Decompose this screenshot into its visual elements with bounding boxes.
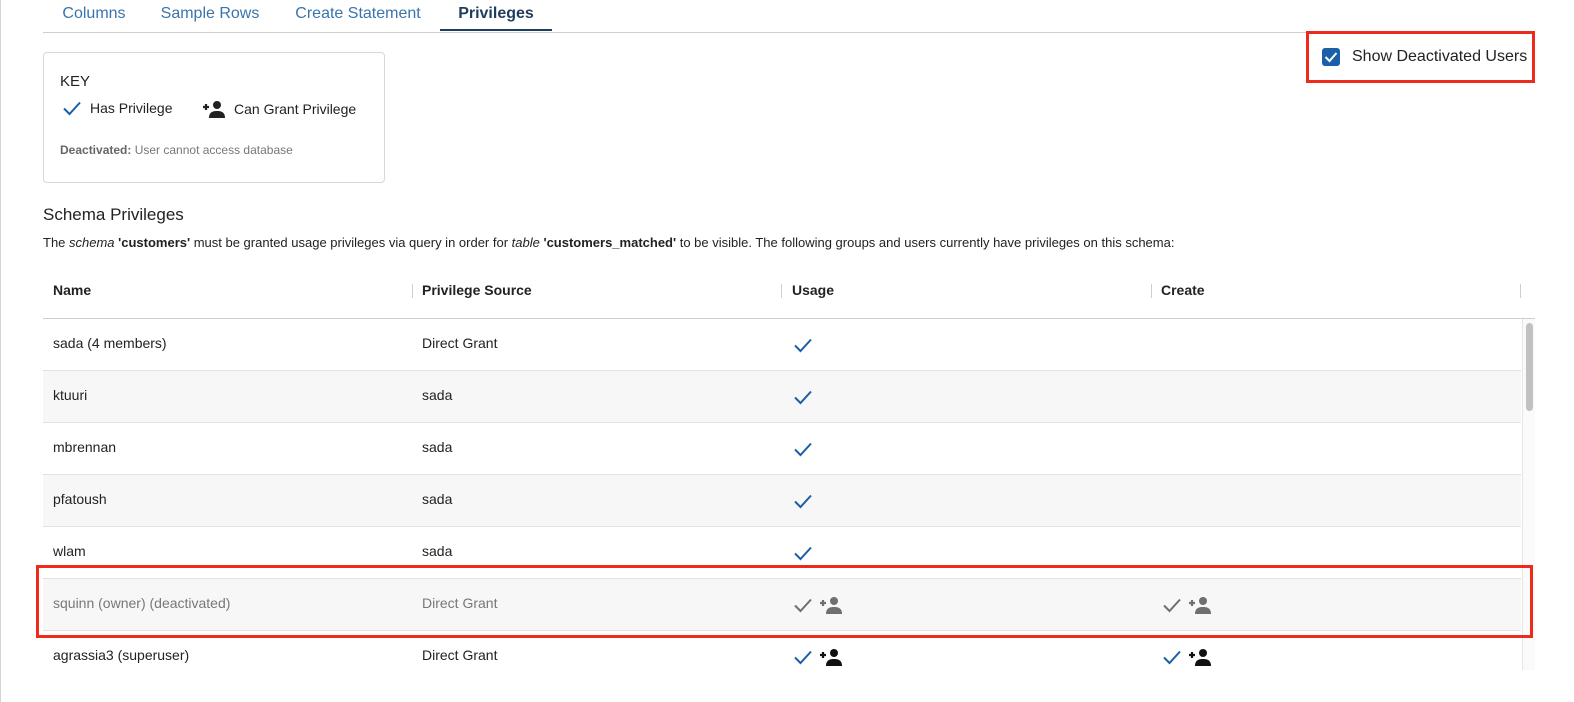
cell-privilege-source: sada <box>422 387 453 403</box>
show-deactivated-checkbox[interactable] <box>1322 48 1340 66</box>
cell-privilege-source: Direct Grant <box>422 335 498 351</box>
cell-privilege-source: sada <box>422 439 453 455</box>
tab-columns[interactable]: Columns <box>43 0 145 31</box>
tab-bar: Columns Sample Rows Create Statement Pri… <box>43 0 1535 33</box>
cell-name: sada (4 members) <box>53 335 167 351</box>
privilege-key: KEY Has Privilege Can Grant Privilege De… <box>43 52 385 183</box>
check-icon <box>794 338 812 352</box>
cell-usage <box>793 319 819 370</box>
header-name[interactable]: Name <box>53 266 91 318</box>
table-row[interactable]: agrassia3 (superuser) Direct Grant <box>43 631 1521 670</box>
person-add-icon <box>203 101 225 118</box>
person-add-icon <box>820 596 842 614</box>
table-scrollbar[interactable] <box>1522 319 1535 670</box>
tab-sample-rows[interactable]: Sample Rows <box>157 0 263 31</box>
cell-name: ktuuri <box>53 387 88 403</box>
left-border <box>0 0 1 702</box>
show-deactivated-label: Show Deactivated Users <box>1352 48 1528 65</box>
column-resizer[interactable] <box>412 284 413 298</box>
cell-name: agrassia3 (superuser) <box>53 647 190 663</box>
check-icon <box>63 101 81 116</box>
table-row[interactable]: ktuuri sada <box>43 371 1521 423</box>
tab-create-statement[interactable]: Create Statement <box>288 0 428 31</box>
cell-usage <box>793 475 819 526</box>
cell-privilege-source: Direct Grant <box>422 595 498 611</box>
cell-usage <box>793 527 819 578</box>
cell-usage <box>793 423 819 474</box>
header-create[interactable]: Create <box>1161 266 1205 318</box>
check-icon <box>1163 650 1181 664</box>
column-resizer[interactable] <box>1151 284 1152 298</box>
cell-create <box>1162 631 1218 670</box>
show-deactivated-users-toggle[interactable]: Show Deactivated Users <box>1306 31 1535 83</box>
can-grant-label: Can Grant Privilege <box>234 101 357 117</box>
cell-privilege-source: Direct Grant <box>422 647 498 663</box>
person-add-icon <box>1189 596 1211 614</box>
schema-description: The schema 'customers' must be granted u… <box>43 235 1175 250</box>
table-row[interactable]: mbrennan sada <box>43 423 1521 475</box>
key-can-grant: Can Grant Privilege <box>202 100 356 118</box>
person-add-icon <box>820 648 842 666</box>
key-title: KEY <box>60 73 91 90</box>
cell-privilege-source: sada <box>422 543 453 559</box>
table-row[interactable]: sada (4 members) Direct Grant <box>43 319 1521 371</box>
key-deactivated-note: Deactivated: User cannot access database <box>60 143 293 157</box>
check-icon <box>794 598 812 612</box>
cell-name: wlam <box>53 543 86 559</box>
check-icon <box>794 390 812 404</box>
cell-name: pfatoush <box>53 491 107 507</box>
column-resizer[interactable] <box>1520 284 1521 298</box>
column-resizer[interactable] <box>781 284 782 298</box>
cell-create <box>1162 579 1218 630</box>
key-has-privilege: Has Privilege <box>62 100 172 116</box>
schema-privileges-title: Schema Privileges <box>43 205 184 224</box>
has-privilege-label: Has Privilege <box>90 100 173 116</box>
table-body: sada (4 members) Direct Grant ktuuri sada mb… <box>43 319 1521 670</box>
header-usage[interactable]: Usage <box>792 266 834 318</box>
header-privilege-source[interactable]: Privilege Source <box>422 266 532 318</box>
table-header: Name Privilege Source Usage Create <box>43 266 1535 319</box>
checkmark-icon <box>1324 52 1338 63</box>
scrollbar-thumb[interactable] <box>1526 323 1533 411</box>
cell-usage <box>793 579 849 630</box>
check-icon <box>1163 598 1181 612</box>
person-add-icon <box>1189 648 1211 666</box>
tab-privileges[interactable]: Privileges <box>440 0 552 31</box>
check-icon <box>794 546 812 560</box>
cell-privilege-source: sada <box>422 491 453 507</box>
check-icon <box>794 494 812 508</box>
cell-name: mbrennan <box>53 439 117 455</box>
table-row[interactable]: squinn (owner) (deactivated) Direct Grant <box>43 579 1521 631</box>
cell-usage <box>793 371 819 422</box>
table-row[interactable]: pfatoush sada <box>43 475 1521 527</box>
table-row[interactable]: wlam sada <box>43 527 1521 579</box>
privileges-table: Name Privilege Source Usage Create sada … <box>43 266 1535 670</box>
check-icon <box>794 650 812 664</box>
cell-usage <box>793 631 849 670</box>
cell-name: squinn (owner) (deactivated) <box>53 595 231 611</box>
check-icon <box>794 442 812 456</box>
